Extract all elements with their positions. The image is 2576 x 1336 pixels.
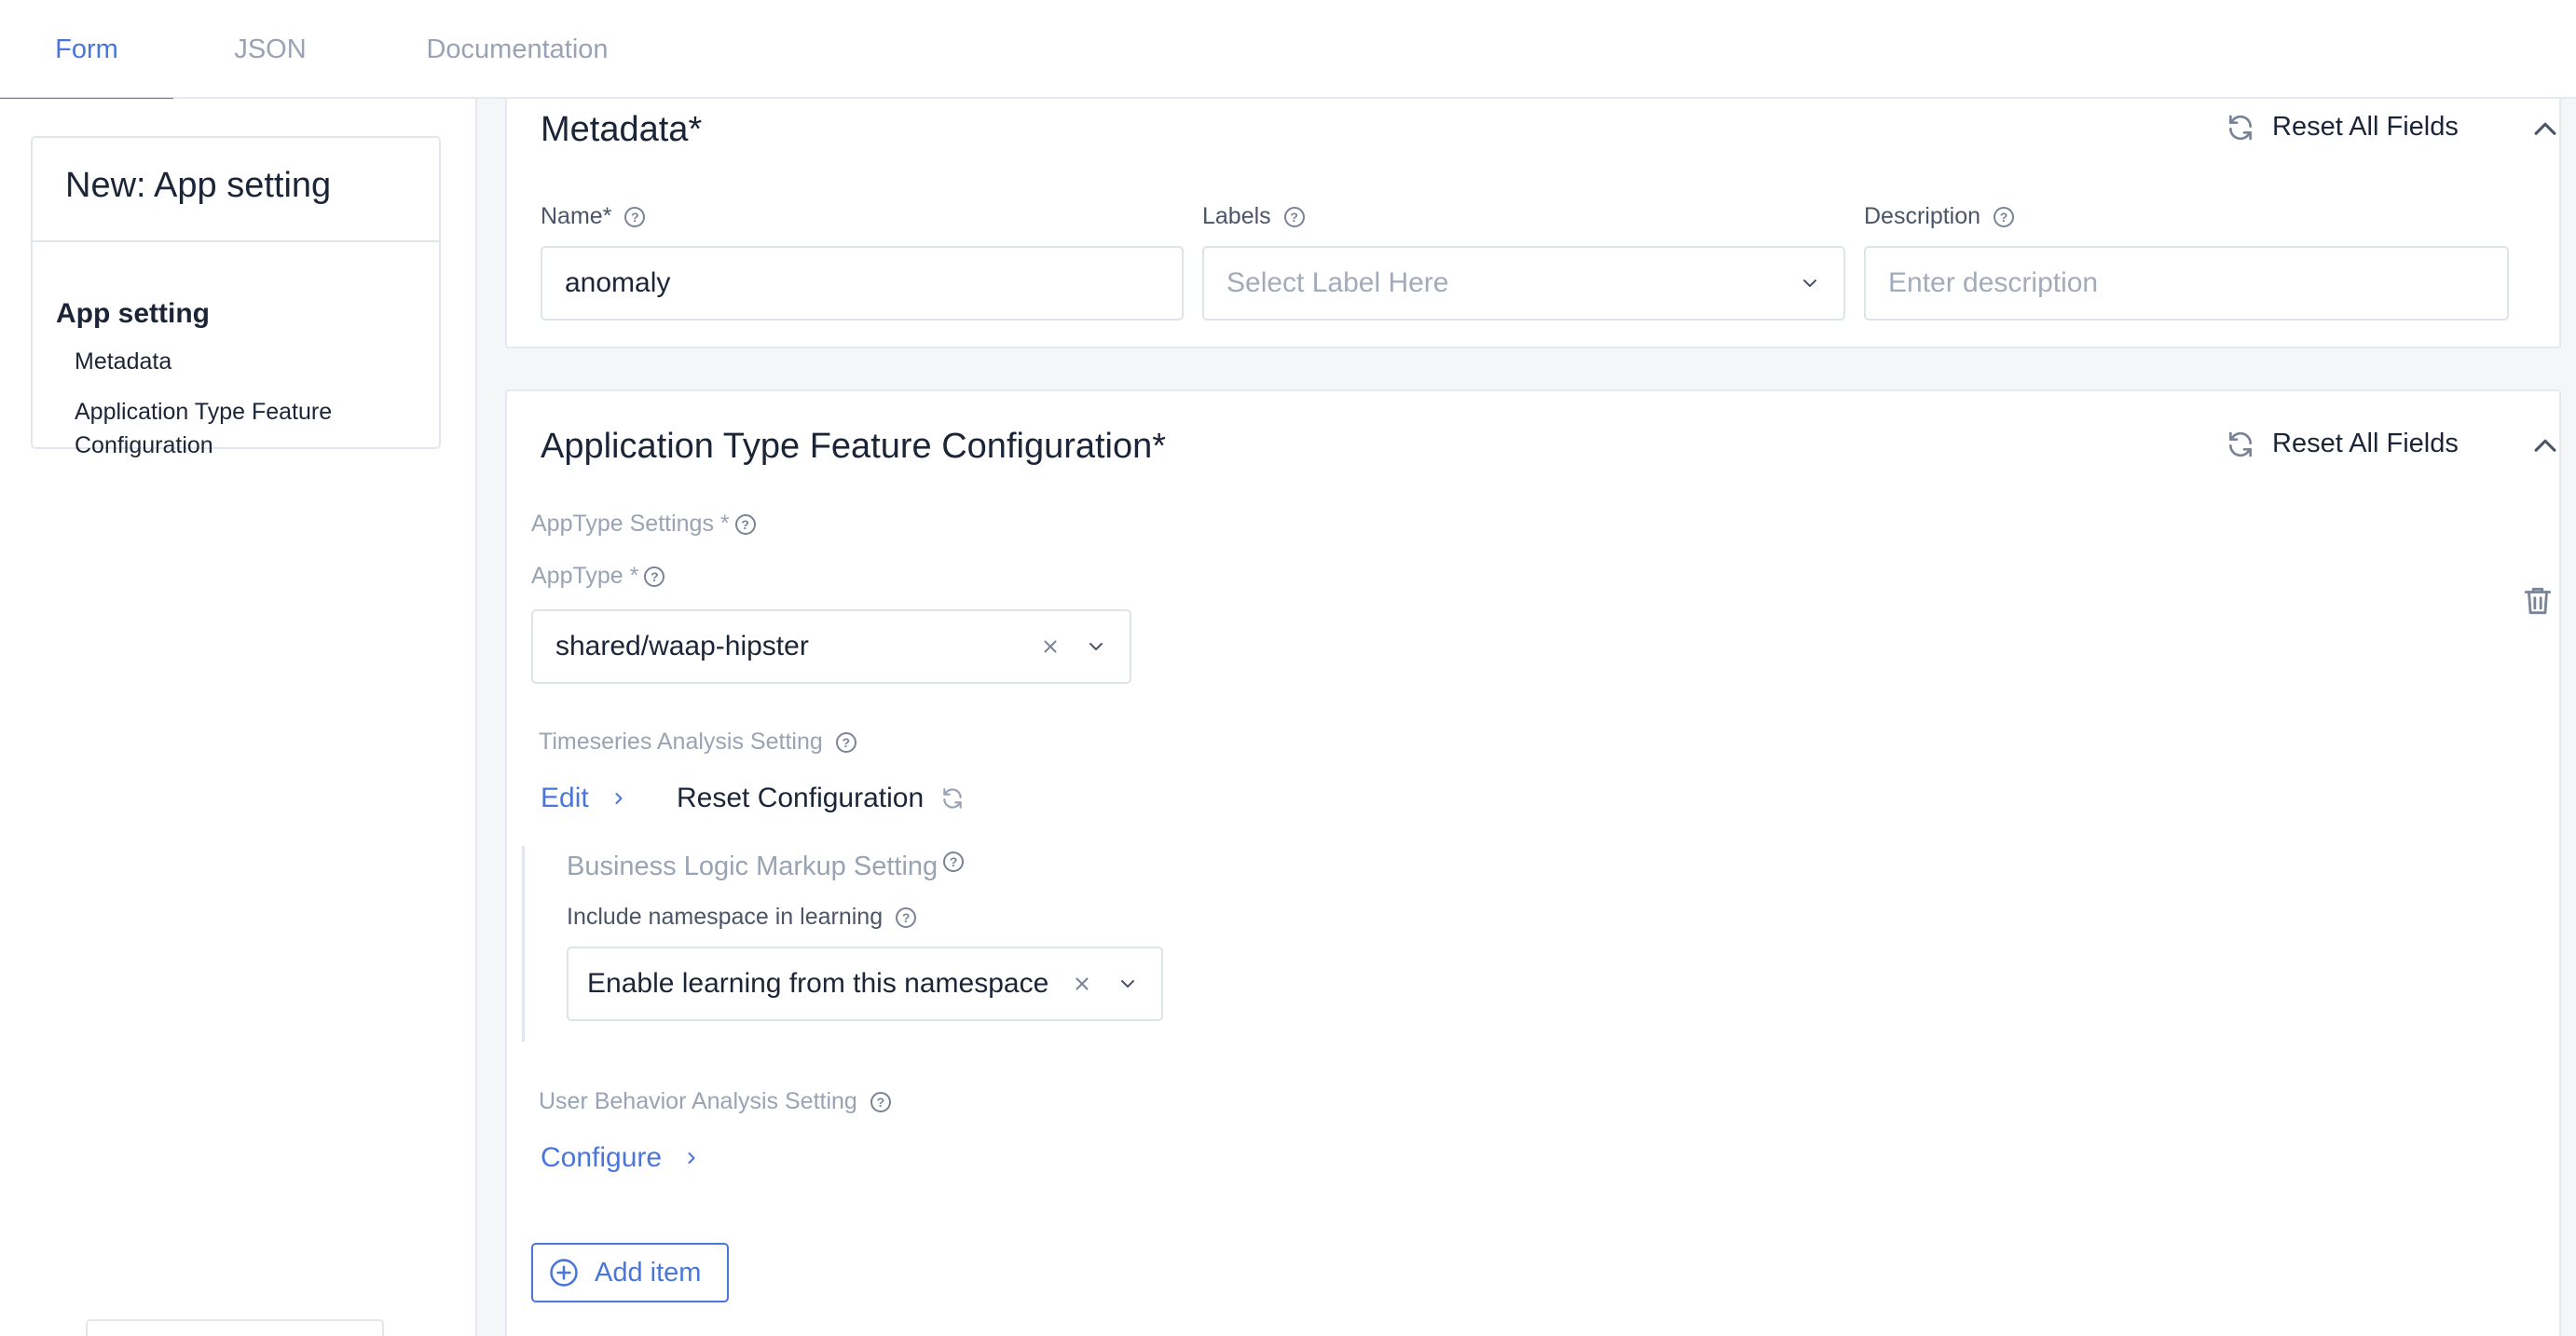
metadata-reset-all-fields-button[interactable]: Reset All Fields: [2226, 112, 2459, 143]
sidebar: New: App setting App setting Metadata Ap…: [0, 99, 477, 1336]
edit-timeseries-link[interactable]: Edit: [541, 783, 628, 814]
include-namespace-label: Include namespace in learning ?: [567, 904, 917, 931]
sidebar-item-metadata[interactable]: Metadata: [75, 345, 410, 378]
refresh-icon: [2229, 115, 2252, 140]
add-item-label: Add item: [595, 1257, 702, 1288]
name-label: Name* ?: [541, 203, 646, 230]
reset-all-fields-label: Reset All Fields: [2272, 429, 2459, 458]
description-input[interactable]: Enter description: [1864, 246, 2509, 320]
form-title: New: App setting: [65, 166, 332, 205]
chevron-down-icon[interactable]: [1799, 272, 1821, 294]
chevron-down-icon[interactable]: [1117, 973, 1139, 995]
collapse-chevron-up-icon[interactable]: [2529, 430, 2561, 462]
sidebar-bottom-card: [86, 1319, 384, 1336]
app-type-feature-configuration-card: Application Type Feature Configuration* …: [505, 389, 2561, 1336]
nested-section-bar: [522, 846, 525, 1042]
help-icon[interactable]: ?: [644, 566, 665, 587]
configure-user-behavior-link[interactable]: Configure: [541, 1142, 701, 1174]
chevron-right-icon: [615, 793, 623, 804]
help-icon[interactable]: ?: [1994, 206, 2015, 227]
refresh-icon: [2229, 431, 2252, 457]
reset-configuration-button[interactable]: Reset Configuration: [677, 783, 965, 814]
sidebar-item-application-type-feature-configuration[interactable]: Application Type Feature Configuration: [75, 395, 410, 462]
help-icon[interactable]: ?: [1283, 206, 1305, 227]
refresh-icon: [943, 788, 962, 809]
tab-documentation[interactable]: Documentation: [410, 0, 624, 99]
tab-form[interactable]: Form: [0, 0, 173, 101]
metadata-section-title: Metadata*: [541, 110, 703, 149]
help-icon[interactable]: ?: [870, 1091, 891, 1112]
form-navigation-card: New: App setting App setting Metadata Ap…: [31, 136, 441, 458]
labels-label: Labels ?: [1202, 203, 1305, 230]
help-icon[interactable]: ?: [734, 513, 756, 535]
help-icon[interactable]: ?: [896, 907, 917, 928]
metadata-card: Metadata* Reset All Fields Name* ? anoma…: [505, 99, 2561, 348]
help-icon[interactable]: ?: [943, 852, 965, 872]
app-config-section-title: Application Type Feature Configuration*: [541, 427, 1167, 466]
clear-x-icon[interactable]: [1072, 974, 1092, 994]
plus-circle-icon: [550, 1259, 578, 1287]
apptype-settings-label: AppType Settings * ?: [531, 511, 756, 538]
add-item-button[interactable]: Add item: [531, 1243, 729, 1302]
timeseries-analysis-setting-label: Timeseries Analysis Setting ?: [539, 729, 856, 756]
help-icon[interactable]: ?: [835, 731, 856, 753]
main-content: Metadata* Reset All Fields Name* ? anoma…: [477, 99, 2576, 1336]
business-logic-markup-setting-label: Business Logic Markup Setting ?: [567, 852, 965, 882]
help-icon[interactable]: ?: [624, 206, 646, 227]
reset-all-fields-label: Reset All Fields: [2272, 112, 2459, 142]
apptype-label: AppType * ?: [531, 563, 665, 590]
description-label: Description ?: [1864, 203, 2015, 230]
divider: [33, 240, 439, 242]
chevron-right-icon: [688, 1152, 695, 1164]
app-config-reset-all-fields-button[interactable]: Reset All Fields: [2226, 429, 2459, 459]
name-input[interactable]: anomaly: [541, 246, 1184, 320]
sidebar-section-app-setting[interactable]: App setting: [56, 298, 210, 330]
tab-json[interactable]: JSON: [205, 0, 336, 99]
user-behavior-analysis-setting-label: User Behavior Analysis Setting ?: [539, 1088, 891, 1115]
chevron-down-icon[interactable]: [1085, 635, 1107, 658]
include-namespace-select[interactable]: Enable learning from this namespace: [567, 947, 1163, 1021]
labels-select[interactable]: Select Label Here: [1202, 246, 1845, 320]
collapse-chevron-up-icon[interactable]: [2529, 114, 2561, 145]
apptype-select[interactable]: shared/waap-hipster: [531, 609, 1131, 684]
top-tab-bar: Form JSON Documentation: [0, 0, 2576, 101]
clear-x-icon[interactable]: [1040, 636, 1061, 657]
delete-trash-icon[interactable]: [2520, 583, 2555, 619]
